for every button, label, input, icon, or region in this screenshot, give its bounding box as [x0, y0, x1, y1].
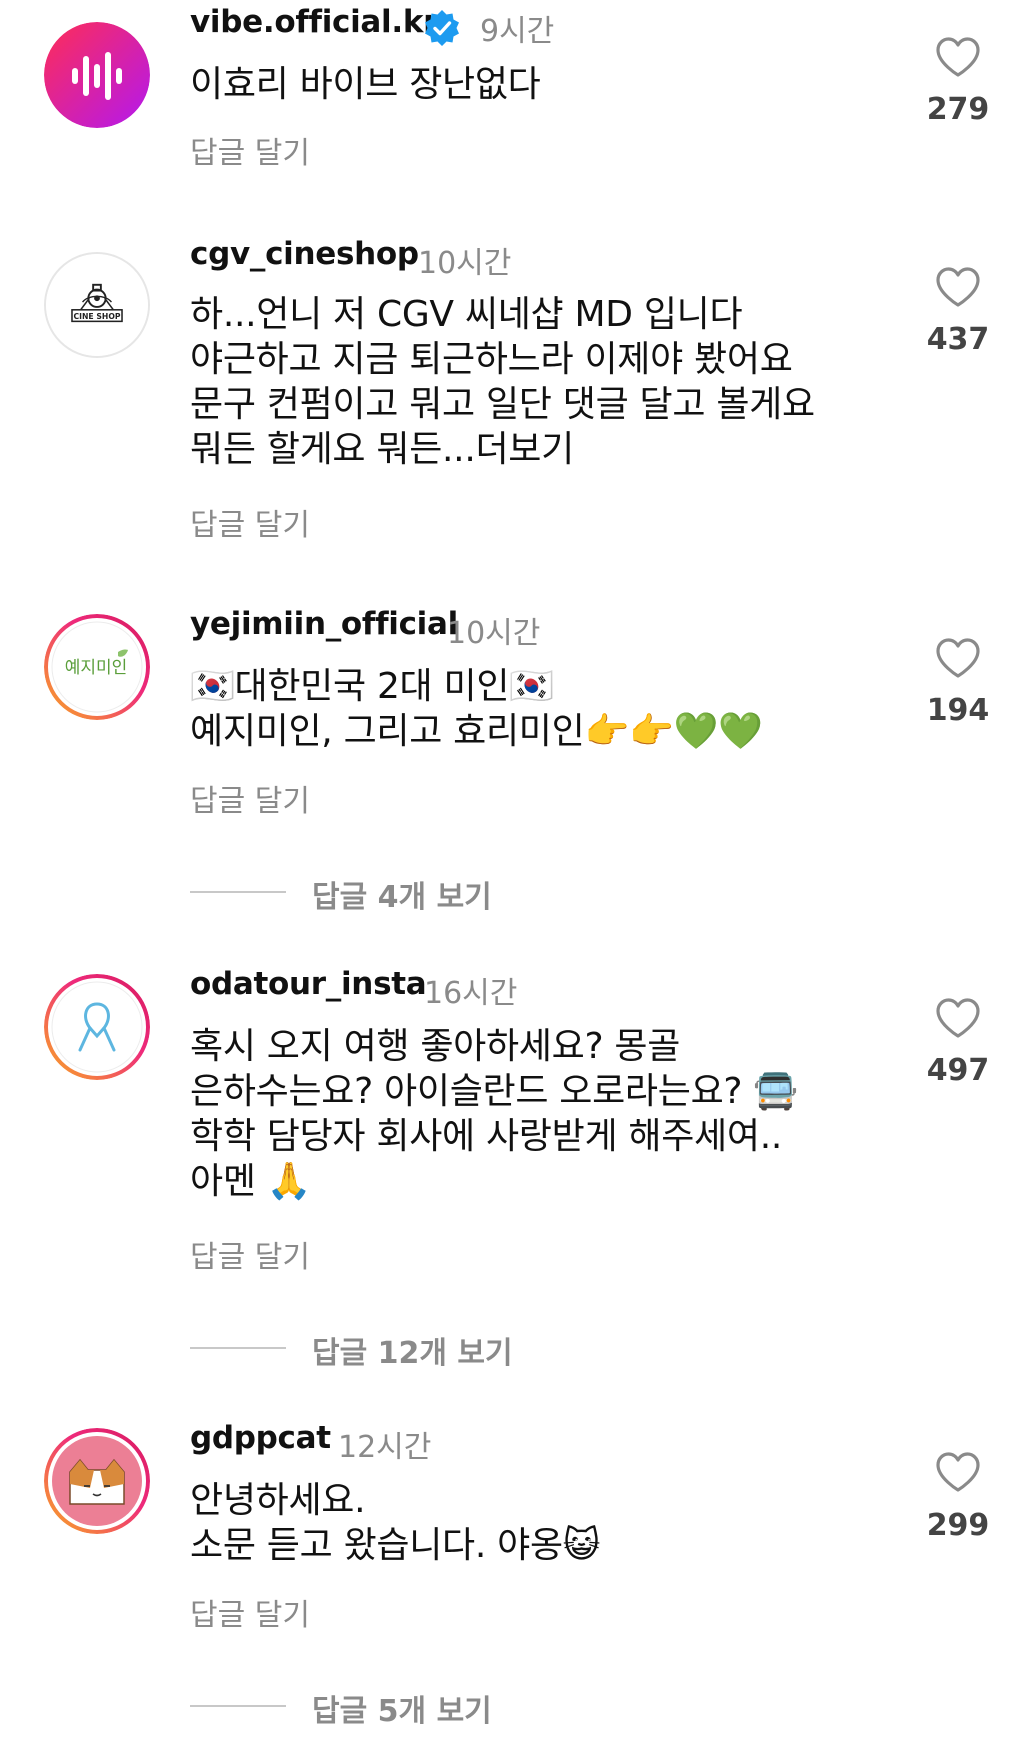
replies-divider — [190, 891, 286, 893]
comment-line: 이효리 바이브 장난없다 — [190, 64, 541, 105]
avatar-yejimiin[interactable]: 예지미인 — [44, 614, 150, 720]
like-count: 437 — [926, 322, 990, 357]
username[interactable]: vibe.official.kr — [190, 4, 438, 40]
comment-time: 12시간 — [338, 1430, 432, 1465]
view-replies-label: 답글 5개 보기 — [312, 1694, 492, 1729]
like-count: 194 — [926, 693, 990, 728]
comment-line: 안녕하세요. — [190, 1480, 366, 1521]
username[interactable]: cgv_cineshop — [190, 236, 419, 272]
view-replies-label: 답글 12개 보기 — [312, 1336, 513, 1371]
avatar-odatour[interactable] — [44, 974, 150, 1080]
comment-line: 문구 컨펌이고 뭐고 일단 댓글 달고 볼게요 — [190, 384, 815, 425]
avatar-gdppcat[interactable] — [44, 1428, 150, 1534]
reply-button[interactable]: 답글 달기 — [190, 1590, 310, 1634]
verified-badge-icon — [425, 10, 459, 46]
like-count: 279 — [926, 92, 990, 127]
comment-line: 은하수는요? 아이슬란드 오로라는요? 🚍 — [190, 1071, 798, 1112]
like-button[interactable] — [934, 636, 982, 680]
comment-line: 학학 담당자 회사에 사랑받게 해주세여.. — [190, 1116, 782, 1157]
comment-line: 🇰🇷대한민국 2대 미인🇰🇷 — [190, 666, 554, 707]
yejimiin-logo-icon: 예지미인 — [44, 614, 150, 720]
comment-time: 10시간 — [447, 616, 541, 651]
avatar-logo-text: 예지미인 — [65, 658, 128, 678]
odatour-logo-icon — [44, 974, 150, 1080]
comment-line: 혹시 오지 여행 좋아하세요? 몽골 — [190, 1026, 681, 1067]
cineshop-logo-icon: CINE SHOP — [46, 254, 148, 356]
like-count: 497 — [926, 1053, 990, 1088]
comment-time: 9시간 — [480, 14, 555, 49]
comment-line: 예지미인, 그리고 효리미인👉👉💚💚 — [190, 711, 763, 752]
comment-text: 🇰🇷대한민국 2대 미인🇰🇷 예지미인, 그리고 효리미인👉👉💚💚 — [190, 664, 763, 754]
username[interactable]: gdppcat — [190, 1420, 331, 1456]
view-replies-button[interactable]: 답글 5개 보기 — [190, 1686, 690, 1729]
vibe-logo-icon — [44, 22, 150, 128]
like-button[interactable] — [934, 35, 982, 79]
heart-icon — [936, 998, 980, 1038]
cat-avatar-icon — [44, 1428, 150, 1534]
like-count: 299 — [926, 1508, 990, 1543]
reply-button[interactable]: 답글 달기 — [190, 776, 310, 820]
reply-button[interactable]: 답글 달기 — [190, 128, 310, 172]
username[interactable]: odatour_insta — [190, 966, 427, 1002]
comment-time: 16시간 — [424, 976, 518, 1011]
heart-icon — [936, 1452, 980, 1492]
like-button[interactable] — [934, 1450, 982, 1494]
heart-icon — [936, 267, 980, 307]
comment-line: 아멘 🙏 — [190, 1161, 312, 1202]
comment-line: 야근하고 지금 퇴근하느라 이제야 봤어요 — [190, 339, 793, 380]
comment-line: 뭐든 할게요 뭐든...더보기 — [190, 429, 574, 470]
like-button[interactable] — [934, 996, 982, 1040]
comment-text: 하...언니 저 CGV 씨네샵 MD 입니다 야근하고 지금 퇴근하느라 이제… — [190, 292, 815, 472]
like-button[interactable] — [934, 265, 982, 309]
avatar-logo-text: CINE SHOP — [73, 312, 120, 321]
reply-button[interactable]: 답글 달기 — [190, 1232, 310, 1276]
avatar-cineshop[interactable]: CINE SHOP — [44, 252, 150, 358]
replies-divider — [190, 1705, 286, 1707]
comment-line: 하...언니 저 CGV 씨네샵 MD 입니다 — [190, 294, 743, 335]
view-replies-button[interactable]: 답글 4개 보기 — [190, 872, 690, 915]
replies-divider — [190, 1347, 286, 1349]
username[interactable]: yejimiin_official — [190, 606, 458, 642]
heart-icon — [936, 638, 980, 678]
avatar-vibe[interactable] — [44, 22, 150, 128]
comment-time: 10시간 — [418, 246, 512, 281]
view-replies-button[interactable]: 답글 12개 보기 — [190, 1328, 690, 1371]
reply-button[interactable]: 답글 달기 — [190, 500, 310, 544]
heart-icon — [936, 37, 980, 77]
comment-text: 이효리 바이브 장난없다 — [190, 62, 541, 107]
comment-text: 혹시 오지 여행 좋아하세요? 몽골 은하수는요? 아이슬란드 오로라는요? 🚍… — [190, 1024, 798, 1204]
comment-line: 소문 듣고 왔습니다. 야옹😺 — [190, 1525, 601, 1566]
view-replies-label: 답글 4개 보기 — [312, 880, 492, 915]
comment-text: 안녕하세요. 소문 듣고 왔습니다. 야옹😺 — [190, 1478, 600, 1568]
